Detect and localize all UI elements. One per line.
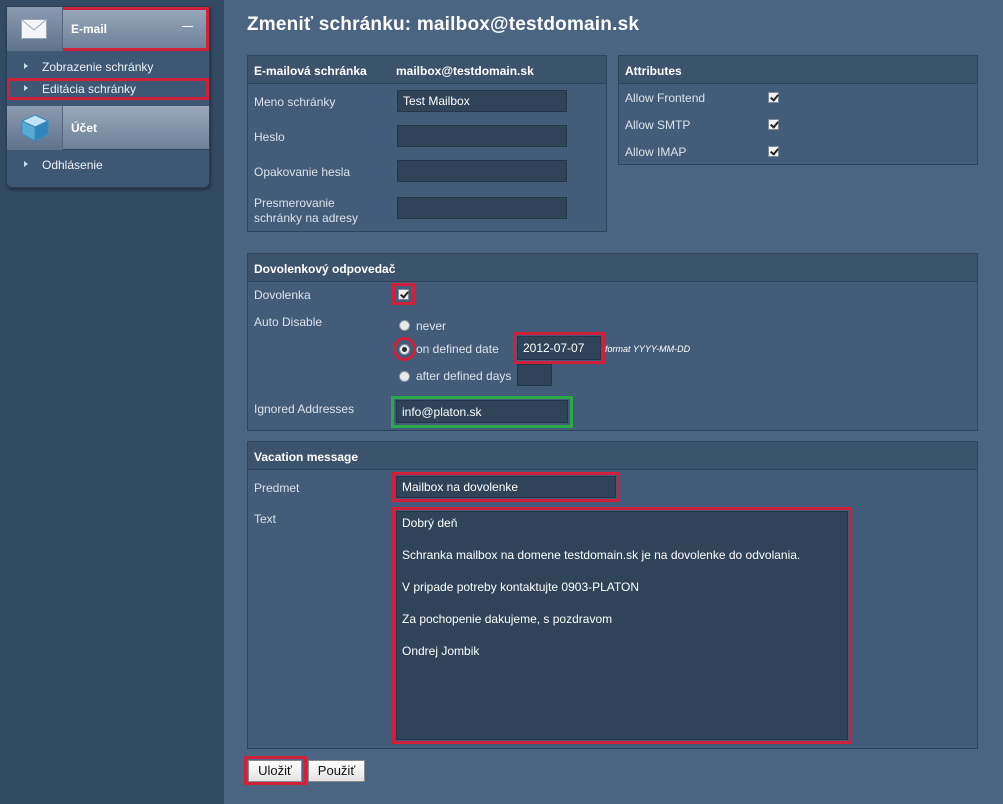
vacation-panel-header: Dovolenkový odpovedač (248, 254, 977, 282)
ignored-addresses-input[interactable] (396, 400, 568, 423)
sidebar-item-view-mailbox[interactable]: Zobrazenie schránky (7, 56, 209, 78)
sidebar-item-edit-mailbox[interactable]: Editácia schránky (7, 78, 209, 100)
days-input[interactable] (517, 364, 552, 386)
envelope-icon (21, 19, 47, 39)
message-line: Dobrý deň (402, 516, 458, 530)
subject-label: Predmet (254, 481, 300, 495)
allow-smtp-label: Allow SMTP (625, 118, 691, 132)
email-section-header[interactable]: E-mail (7, 7, 209, 51)
date-input[interactable] (517, 336, 601, 360)
sidebar: E-mail Zobrazenie schránky Editácia schr… (0, 0, 224, 804)
cube-icon (20, 114, 50, 142)
allow-smtp-checkbox[interactable] (768, 119, 779, 130)
arrow-right-icon (24, 85, 28, 91)
radio-on-date[interactable] (399, 344, 410, 355)
redirect-label-line1: Presmerovanie (254, 196, 335, 210)
mailbox-header-label: E-mailová schránka (254, 64, 367, 78)
message-line: Schranka mailbox na domene testdomain.sk… (402, 548, 801, 562)
arrow-right-icon (24, 161, 28, 167)
vacation-panel: Dovolenkový odpovedač (247, 253, 978, 431)
allow-imap-label: Allow IMAP (625, 145, 687, 159)
sidebar-item-label: Editácia schránky (42, 82, 137, 96)
radio-on-date-label: on defined date (416, 342, 499, 356)
sidebar-item-logout[interactable]: Odhlásenie (7, 154, 209, 176)
arrow-right-icon (24, 63, 28, 69)
email-section-title: E-mail (71, 22, 108, 36)
vacation-label: Dovolenka (254, 288, 311, 302)
account-section-title: Účet (71, 121, 98, 135)
email-icon-box (7, 7, 63, 51)
text-label: Text (254, 512, 277, 526)
page-title: Zmeniť schránku: mailbox@testdomain.sk (247, 14, 640, 35)
allow-imap-checkbox[interactable] (768, 146, 779, 157)
radio-never-label: never (416, 319, 447, 333)
attributes-title: Attributes (625, 64, 682, 78)
mailbox-name-label: Meno schránky (254, 95, 336, 109)
message-line: V pripade potreby kontaktujte 0903-PLATO… (402, 580, 640, 594)
message-line: Za pochopenie dakujeme, s pozdravom (402, 612, 613, 626)
vacation-panel-title: Dovolenkový odpovedač (254, 262, 396, 276)
vacation-message-header: Vacation message (248, 442, 977, 470)
password-label: Heslo (254, 130, 285, 144)
allow-frontend-label: Allow Frontend (625, 91, 706, 105)
mailbox-header-value: mailbox@testdomain.sk (396, 64, 534, 78)
password-input[interactable] (397, 125, 567, 147)
sidebar-item-label: Zobrazenie schránky (42, 60, 154, 74)
account-icon-box (7, 106, 63, 150)
message-line: Ondrej Jombik (402, 644, 480, 658)
subject-input[interactable] (396, 476, 616, 498)
radio-after-days[interactable] (399, 371, 410, 382)
mailbox-panel-header: E-mailová schránka mailbox@testdomain.sk (248, 56, 606, 84)
vacation-checkbox[interactable] (398, 289, 409, 300)
ignored-addresses-label: Ignored Addresses (254, 402, 355, 416)
redirect-input[interactable] (397, 197, 567, 219)
message-textarea[interactable]: Dobrý deň Schranka mailbox na domene tes… (396, 511, 848, 740)
auto-disable-label: Auto Disable (254, 315, 323, 329)
save-button[interactable]: Uložiť (248, 760, 302, 782)
password-repeat-label: Opakovanie hesla (254, 165, 351, 179)
password-repeat-input[interactable] (397, 160, 567, 182)
account-section-header[interactable]: Účet (7, 106, 209, 150)
radio-never[interactable] (399, 320, 410, 331)
navigation-menu: E-mail Zobrazenie schránky Editácia schr… (6, 6, 210, 188)
radio-after-days-label: after defined days (416, 369, 512, 383)
sidebar-item-label: Odhlásenie (42, 158, 103, 172)
redirect-label-line2: schránky na adresy (254, 211, 359, 225)
vacation-message-title: Vacation message (254, 450, 359, 464)
attributes-panel-header: Attributes (619, 56, 977, 84)
collapse-icon[interactable] (181, 19, 195, 33)
allow-frontend-checkbox[interactable] (768, 92, 779, 103)
apply-button[interactable]: Použiť (308, 760, 365, 782)
mailbox-name-input[interactable] (397, 90, 567, 112)
date-format-note: format YYYY-MM-DD (605, 344, 691, 354)
